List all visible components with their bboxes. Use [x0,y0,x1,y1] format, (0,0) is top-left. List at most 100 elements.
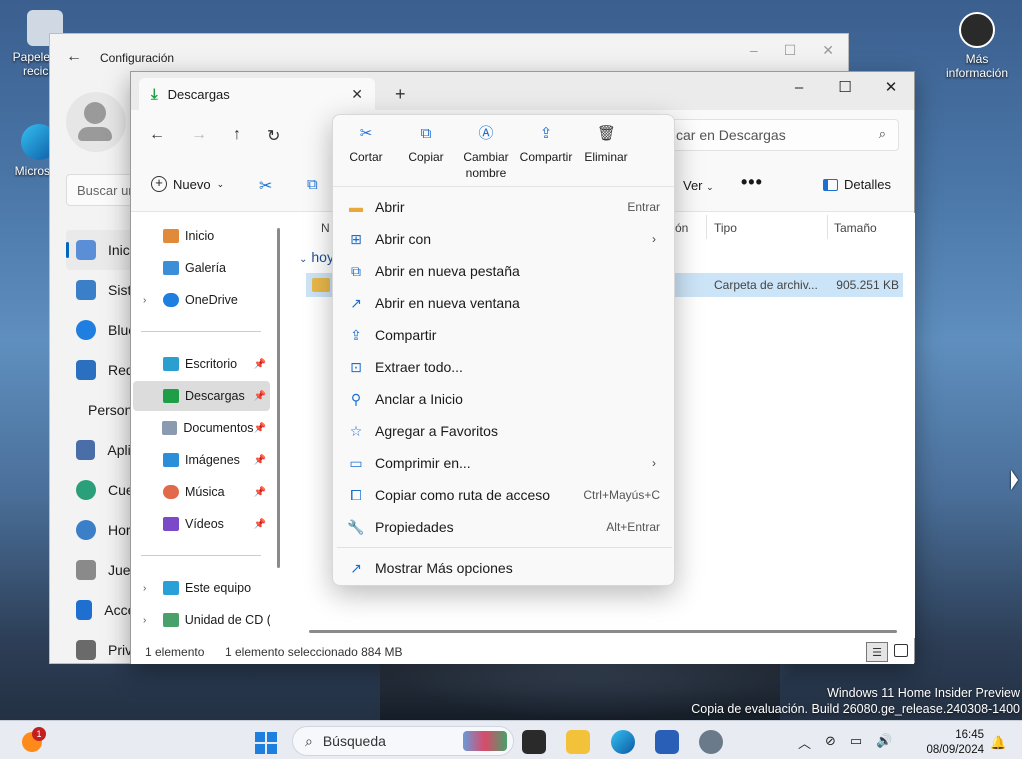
plus-icon: + [151,176,167,192]
search-input[interactable]: car en Descargas ⌕ [665,119,899,151]
file-explorer-icon[interactable] [566,730,590,754]
cut-icon[interactable]: ✂ [259,176,272,196]
new-window-icon: ↗ [350,295,362,311]
group-header-today[interactable]: ⌄ hoy [299,249,334,265]
clock[interactable]: 16:45 08/09/2024 [918,728,984,758]
back-icon[interactable]: ← [149,126,165,146]
copy-button[interactable]: ⧉ Copiar [393,125,459,165]
chevron-right-icon[interactable]: › [143,615,159,626]
sidebar-scrollbar[interactable] [277,228,280,568]
column-header-name[interactable]: N [321,221,330,235]
chevron-right-icon[interactable]: › [143,295,159,306]
network-off-icon[interactable]: ⊘ [825,733,836,752]
close-tab-icon[interactable]: ✕ [351,86,363,103]
menu-item-nueva-ventana[interactable]: ↗ Abrir en nueva ventana [333,287,674,319]
avatar[interactable] [66,92,126,152]
copy-icon[interactable]: ⧉ [307,176,318,193]
pin-icon[interactable]: 📌 [254,519,266,530]
sidebar-item-galeria[interactable]: Galería [133,253,270,283]
rename-button[interactable]: Ⓐ Cambiar nombre [453,125,519,181]
sidebar-item-musica[interactable]: Música 📌 [133,477,270,507]
forward-icon[interactable]: → [191,126,207,146]
pin-icon[interactable]: 📌 [254,359,266,370]
explorer-window-controls: – ☐ ✕ [776,72,914,102]
volume-icon[interactable]: 🔊 [876,733,892,752]
minimize-button[interactable]: – [750,42,758,59]
sidebar-item-documentos[interactable]: Documentos 📌 [133,413,270,443]
menu-item-mas-opciones[interactable]: ↗ Mostrar Más opciones [333,552,674,584]
new-button[interactable]: + Nuevo ⌄ [151,176,224,192]
pin-icon[interactable]: 📌 [254,423,266,434]
settings-gear-icon[interactable] [699,730,723,754]
home-icon [163,229,179,243]
chevron-up-icon[interactable]: ︿ [798,733,811,752]
pin-icon[interactable]: 📌 [254,455,266,466]
maximize-button[interactable]: ☐ [784,42,797,59]
download-icon: ⤓ [151,85,158,103]
column-header-size[interactable]: Tamaño [834,221,877,235]
tab-descargas[interactable]: ⤓ Descargas ✕ [139,78,375,110]
back-arrow-icon[interactable]: ← [66,48,82,66]
sidebar-item-escritorio[interactable]: Escritorio 📌 [133,349,270,379]
chevron-down-icon: ⌄ [216,178,225,189]
sidebar-label: Este equipo [185,581,252,595]
menu-item-comprimir[interactable]: ▭ Comprimir en... › [333,447,674,479]
minimize-button[interactable]: – [776,72,822,102]
tiles-view-button[interactable] [894,644,908,657]
taskbar-search[interactable]: ⌕ Búsqueda [292,726,514,756]
delete-label: Eliminar [584,150,628,164]
sidebar-label: Galería [185,261,226,275]
desktop-icon-more-info[interactable]: Más información [942,12,1012,80]
menu-item-extraer-todo[interactable]: ⊡ Extraer todo... [333,351,674,383]
pin-icon[interactable]: 📌 [254,487,266,498]
task-view-icon[interactable] [522,730,546,754]
sidebar-item-videos[interactable]: Vídeos 📌 [133,509,270,539]
sidebar-item-descargas[interactable]: Descargas 📌 [133,381,270,411]
refresh-icon[interactable]: ↻ [267,126,280,146]
clock-time: 16:45 [955,729,984,741]
sidebar-item-este-equipo[interactable]: › Este equipo [133,573,270,603]
pin-icon[interactable]: 📌 [254,391,266,402]
store-icon[interactable] [655,730,679,754]
menu-item-abrir-con[interactable]: ⊞ Abrir con › [333,223,674,255]
menu-item-agregar-favoritos[interactable]: ☆ Agregar a Favoritos [333,415,674,447]
close-button[interactable]: ✕ [822,42,834,59]
edge-icon[interactable] [611,730,635,754]
share-button[interactable]: ⇪ Compartir [513,125,579,165]
delete-button[interactable]: 🗑 Eliminar [573,125,639,165]
start-button[interactable] [255,732,277,754]
details-view-button[interactable]: ☰ [866,642,888,662]
menu-item-compartir[interactable]: ⇪ Compartir [333,319,674,351]
sidebar-label: Escritorio [185,357,238,371]
close-button[interactable]: ✕ [868,72,914,102]
column-divider[interactable] [706,215,707,239]
bluetooth-icon [76,320,96,340]
horizontal-scrollbar[interactable] [309,630,897,633]
clock-icon [76,520,96,540]
menu-item-anclar-inicio[interactable]: ⚲ Anclar a Inicio [333,383,674,415]
up-icon[interactable]: ↑ [233,126,241,146]
chevron-right-icon[interactable]: › [143,583,159,594]
column-header-type[interactable]: Tipo [714,221,737,235]
menu-item-nueva-pestana[interactable]: ⧉ Abrir en nueva pestaña [333,255,674,287]
menu-item-abrir[interactable]: ▬ Abrir Entrar [333,191,674,223]
view-button[interactable]: Ver ⌄ [683,178,714,193]
sidebar-item-unidad-cd[interactable]: › Unidad de CD (D [133,605,270,635]
more-button[interactable]: ••• [741,172,763,193]
menu-item-copiar-ruta[interactable]: ⧠ Copiar como ruta de acceso Ctrl+Mayús+C [333,479,674,511]
details-button[interactable]: Detalles [823,177,891,192]
sidebar-item-onedrive[interactable]: › OneDrive [133,285,270,315]
column-header-date[interactable]: ón [675,221,688,235]
sidebar-item-imagenes[interactable]: Imágenes 📌 [133,445,270,475]
new-tab-button[interactable]: + [395,84,406,105]
notification-bell-icon[interactable]: 🔔 [990,735,1006,751]
sidebar-label: OneDrive [185,293,238,307]
sidebar-label: Vídeos [185,517,224,531]
menu-item-propiedades[interactable]: 🔧 Propiedades Alt+Entrar [333,511,674,543]
menu-item-shortcut: Entrar [627,200,660,214]
column-divider[interactable] [827,215,828,239]
sidebar-item-inicio[interactable]: Inicio [133,221,270,251]
maximize-button[interactable]: ☐ [822,72,868,102]
cut-button[interactable]: ✂ Cortar [333,125,399,165]
network-icon[interactable]: ▭ [850,733,862,752]
